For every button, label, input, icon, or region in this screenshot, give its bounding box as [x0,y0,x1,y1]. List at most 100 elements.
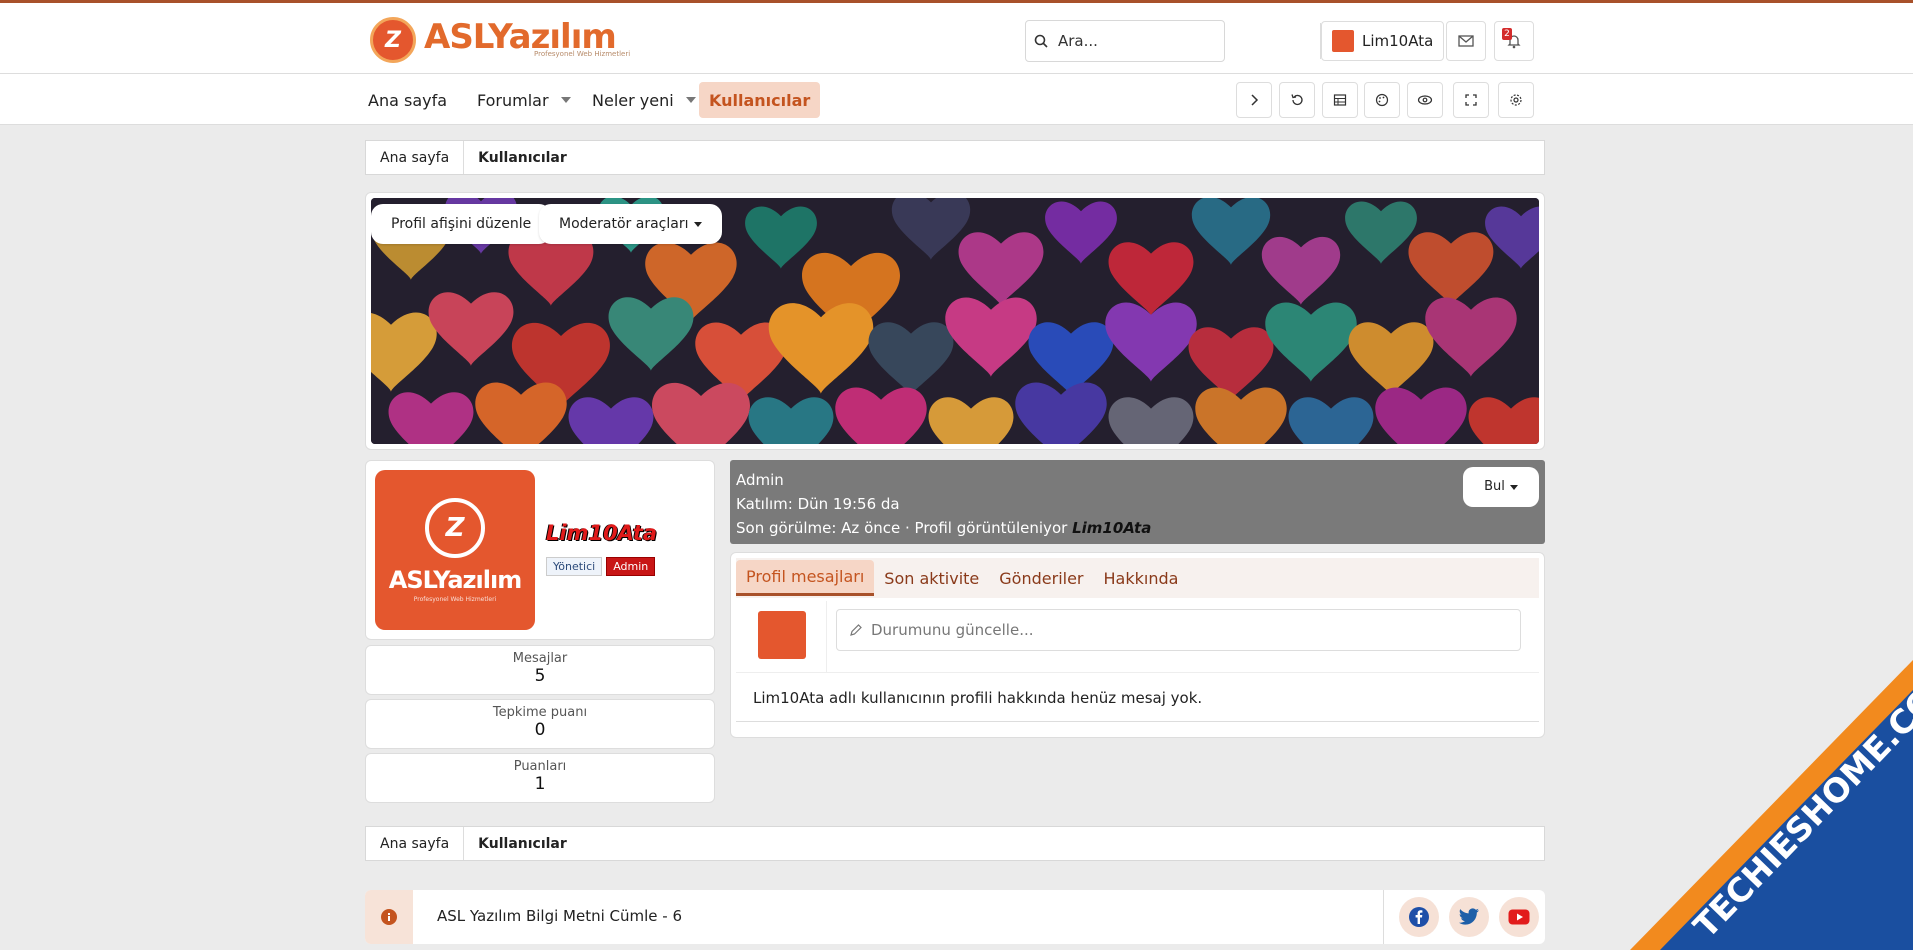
status-update-input[interactable] [871,621,1491,639]
tool-fullscreen-button[interactable] [1453,82,1489,118]
nav-whats-new[interactable]: Neler yeni [582,82,706,118]
profile-tabs-panel: Profil mesajları Son aktivite Gönderiler… [730,552,1545,738]
notice-text: ASL Yazılım Bilgi Metni Cümle - 6 [437,907,683,925]
nav-forums-label: Forumlar [477,90,549,110]
user-menu-label: Lim10Ata [1362,32,1434,50]
edit-banner-button[interactable]: Profil afişini düzenle [371,204,552,244]
facebook-icon [1409,907,1429,927]
settings-icon [1510,94,1522,106]
stat-points[interactable]: Puanları 1 [365,753,715,803]
profile-info-bar: Admin Katılım: Dün 19:56 da Son görülme:… [730,460,1545,544]
search-box[interactable] [1025,20,1225,62]
inbox-button[interactable] [1446,21,1486,61]
empty-messages-text: Lim10Ata adlı kullanıcının profili hakkı… [753,689,1203,707]
stat-value: 0 [534,720,546,740]
logo-text: ASLYazılım [424,17,617,57]
avatar [1332,30,1354,52]
youtube-link[interactable] [1499,897,1539,937]
profile-cover-card: Profil afişini düzenle Moderatör araçlar… [365,192,1545,450]
site-logo[interactable]: Z ASLYazılım Profesyonel Web Hizmetleri [370,17,630,63]
pencil-icon [850,624,862,636]
undo-icon [1291,94,1303,106]
tool-undo-button[interactable] [1279,82,1315,118]
tool-view-button[interactable] [1407,82,1443,118]
twitter-link[interactable] [1449,897,1489,937]
divider [1383,890,1384,944]
stat-value: 1 [534,774,546,794]
fullscreen-icon [1465,94,1477,106]
user-menu-button[interactable]: Lim10Ata [1321,21,1445,61]
nav-home[interactable]: Ana sayfa [358,82,457,118]
envelope-icon [1458,35,1474,47]
tab-profile-messages[interactable]: Profil mesajları [736,560,875,596]
logo-tagline: Profesyonel Web Hizmetleri [534,50,631,58]
watermark-banner: TECHIESHOME.COM [1630,660,1913,950]
nav-forums[interactable]: Forumlar [467,82,581,118]
nav-members[interactable]: Kullanıcılar [699,82,821,118]
stat-label: Tepkime puanı [492,705,588,720]
tool-style-button[interactable] [1364,82,1400,118]
caret-down-icon[interactable] [685,97,696,103]
youtube-icon [1508,909,1530,925]
role-badge-admin: Admin [606,557,656,576]
tab-postings[interactable]: Gönderiler [989,560,1093,596]
breadcrumb-current[interactable]: Kullanıcılar [464,827,581,860]
search-input[interactable] [1058,32,1208,50]
role-badge-yonetici: Yönetici [546,557,603,576]
profile-avatar[interactable]: Z ASLYazılım Profesyonel Web Hizmetleri [375,470,535,630]
breadcrumb-home[interactable]: Ana sayfa [366,141,465,174]
find-button[interactable]: Bul [1463,467,1539,507]
breadcrumb: Ana sayfa Kullanıcılar [365,826,1545,861]
breadcrumb-home[interactable]: Ana sayfa [366,827,465,860]
watermark: TECHIESHOME.COM [1630,660,1913,950]
caret-down-icon[interactable] [560,97,571,103]
avatar [758,611,806,659]
stat-messages[interactable]: Mesajlar 5 [365,645,715,695]
caret-down-icon [694,221,703,227]
info-icon-box [365,890,413,944]
twitter-icon [1459,908,1479,925]
alerts-button[interactable]: 2 [1494,21,1534,61]
breadcrumb: Ana sayfa Kullanıcılar [365,140,1545,175]
caret-down-icon [1509,484,1518,490]
profile-title: Admin [736,471,784,489]
info-icon [381,909,397,925]
search-icon [1034,34,1048,48]
nav-whats-new-label: Neler yeni [592,90,674,110]
tool-expand-button[interactable] [1236,82,1272,118]
facebook-link[interactable] [1399,897,1439,937]
last-seen-user[interactable]: Lim10Ata [1072,519,1151,537]
profile-tabs: Profil mesajları Son aktivite Gönderiler… [736,558,1539,598]
tab-about[interactable]: Hakkında [1094,560,1189,596]
profile-last-seen: Son görülme: Az önce · Profil görüntülen… [736,516,1539,540]
profile-username: Lim10Ata [546,521,657,545]
moderator-tools-button[interactable]: Moderatör araçları [539,204,723,244]
edit-banner-label: Profil afişini düzenle [391,216,532,232]
avatar-brand-tagline: Profesyonel Web Hizmetleri [413,595,497,603]
tab-recent-activity[interactable]: Son aktivite [874,560,989,596]
tool-settings-button[interactable] [1498,82,1534,118]
logo-mark-icon: Z [370,17,416,63]
find-label: Bul [1484,479,1505,494]
nav-members-label: Kullanıcılar [709,90,811,110]
table-icon [1333,94,1347,106]
last-seen-text: Son görülme: Az önce · Profil görüntülen… [736,519,1073,537]
chevron-right-icon [1251,94,1259,106]
stat-label: Puanları [513,759,567,774]
stat-reaction-score[interactable]: Tepkime puanı 0 [365,699,715,749]
avatar-brand-text: ASLYazılım [388,565,522,594]
info-notice: ASL Yazılım Bilgi Metni Cümle - 6 [365,890,1545,944]
divider [736,721,1539,722]
role-badges: Yönetici Admin [546,557,656,576]
moderator-tools-label: Moderatör araçları [559,216,689,232]
breadcrumb-current[interactable]: Kullanıcılar [464,141,581,174]
main-navigation: Ana sayfa Forumlar Neler yeni Kullanıcıl… [0,74,1913,125]
top-header: Z ASLYazılım Profesyonel Web Hizmetleri … [0,0,1913,74]
eye-icon [1417,95,1433,105]
status-update-row [736,601,1539,673]
tool-layout-button[interactable] [1322,82,1358,118]
stat-label: Mesajlar [512,651,568,666]
status-update-box[interactable] [836,609,1521,651]
profile-card: Z ASLYazılım Profesyonel Web Hizmetleri … [365,460,715,640]
stat-value: 5 [534,666,546,686]
